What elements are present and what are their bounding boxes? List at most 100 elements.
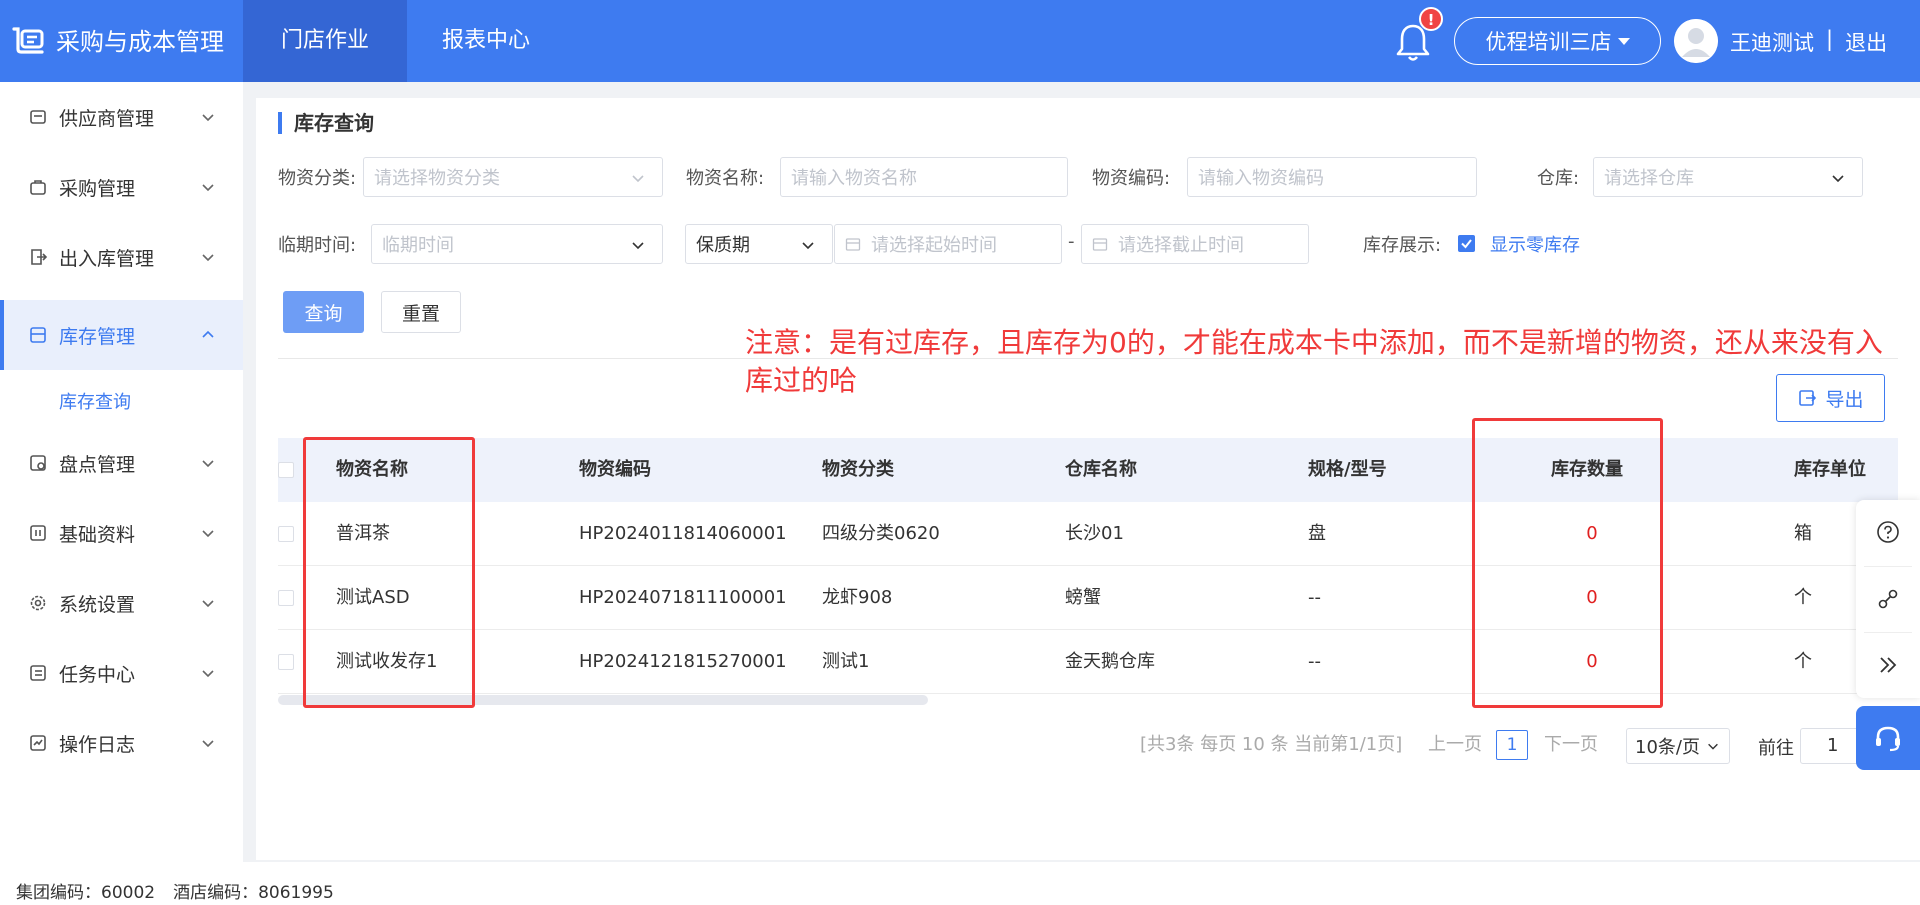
period-type-select[interactable]: 保质期 [685, 224, 833, 264]
cell-category: 测试1 [822, 651, 870, 672]
code-input[interactable]: 请输入物资编码 [1187, 157, 1477, 197]
page-title: 库存查询 [278, 112, 374, 134]
export-button[interactable]: 导出 [1776, 374, 1885, 422]
sidebar-item-label: 任务中心 [59, 663, 136, 686]
start-date-placeholder: 请选择起始时间 [871, 235, 997, 256]
cell-code: HP2024011814060001 [579, 523, 787, 544]
expiry-select[interactable]: 临期时间 [371, 224, 663, 264]
export-label: 导出 [1825, 388, 1864, 411]
sidebar-item-stocktake[interactable]: 盘点管理 [0, 428, 243, 498]
basic-data-icon [30, 525, 46, 541]
warehouse-label: 仓库: [1537, 168, 1580, 189]
cell-unit: 个 [1794, 651, 1812, 672]
chevron-down-icon [202, 254, 214, 262]
app-logo[interactable]: 采购与成本管理 [12, 22, 224, 57]
period-type-value: 保质期 [696, 235, 750, 256]
page-size-select[interactable]: 10条/页 [1626, 728, 1730, 764]
category-label: 物资分类: [278, 168, 357, 189]
sidebar-item-basic-data[interactable]: 基础资料 [0, 498, 243, 568]
show-zero-checkbox[interactable] [1458, 235, 1475, 252]
cell-code: HP2024121815270001 [579, 651, 787, 672]
cell-spec: -- [1308, 651, 1321, 672]
avatar[interactable] [1674, 19, 1718, 63]
sidebar-item-inout[interactable]: 出入库管理 [0, 222, 243, 292]
show-zero-label[interactable]: 显示零库存 [1490, 231, 1580, 257]
cell-spec: 盘 [1308, 523, 1326, 544]
warehouse-select[interactable]: 请选择仓库 [1593, 157, 1863, 197]
hotel-code: 酒店编码：8061995 [173, 883, 334, 903]
sidebar-item-inventory[interactable]: 库存管理 [0, 300, 243, 370]
query-button[interactable]: 查询 [283, 291, 364, 333]
sidebar-item-label: 库存管理 [59, 325, 136, 348]
top-header: 采购与成本管理 门店作业 报表中心 ! 优程培训三店 王迪测试 | 退出 [0, 0, 1920, 82]
date-range-separator: - [1068, 231, 1075, 252]
cell-unit: 箱 [1794, 523, 1812, 544]
nav-tab-report-center[interactable]: 报表中心 [404, 0, 568, 82]
sidebar-item-label: 基础资料 [59, 523, 136, 546]
inventory-icon [30, 327, 46, 343]
user-separator: | [1826, 27, 1834, 51]
chevron-down-icon [1832, 175, 1844, 183]
chevron-down-icon [202, 670, 214, 678]
expiry-label: 临期时间: [278, 235, 357, 256]
row-checkbox[interactable] [278, 654, 294, 670]
link-icon [1878, 589, 1898, 609]
footer: 集团编码：60002 酒店编码：8061995 [0, 862, 1920, 905]
customer-support-button[interactable] [1856, 706, 1920, 770]
export-icon [1799, 390, 1817, 406]
col-header-unit: 库存单位 [1794, 459, 1866, 480]
sidebar-item-label: 操作日志 [59, 733, 136, 756]
page-size-value: 10条/页 [1635, 737, 1700, 758]
link-button[interactable] [1856, 567, 1920, 631]
supplier-icon [30, 110, 46, 124]
select-all-checkbox[interactable] [278, 462, 294, 478]
double-chevron-right-icon [1880, 657, 1897, 673]
row-checkbox[interactable] [278, 526, 294, 542]
group-code: 集团编码：60002 [16, 883, 156, 903]
nav-tab-store-ops[interactable]: 门店作业 [243, 0, 408, 82]
help-icon [1877, 521, 1899, 543]
page-number-current[interactable]: 1 [1496, 730, 1528, 760]
name-input[interactable]: 请输入物资名称 [780, 157, 1068, 197]
pagination-summary: [共3条 每页 10 条 当前第1/1页] [1140, 734, 1403, 755]
start-date-picker[interactable]: 请选择起始时间 [834, 224, 1062, 264]
user-area: 王迪测试 | 退出 [1730, 27, 1887, 57]
end-date-picker[interactable]: 请选择截止时间 [1081, 224, 1309, 264]
expiry-placeholder: 临期时间 [382, 235, 454, 256]
sidebar-item-settings[interactable]: 系统设置 [0, 568, 243, 638]
next-page-button[interactable]: 下一页 [1544, 730, 1598, 756]
app-logo-icon [12, 26, 44, 54]
prev-page-button[interactable]: 上一页 [1428, 730, 1482, 756]
chevron-down-icon [1708, 743, 1718, 750]
headset-icon [1876, 726, 1900, 752]
collapse-button[interactable] [1856, 633, 1920, 697]
reset-button[interactable]: 重置 [381, 291, 461, 333]
warehouse-placeholder: 请选择仓库 [1604, 168, 1694, 189]
help-button[interactable] [1856, 500, 1920, 564]
cell-warehouse: 螃蟹 [1065, 587, 1101, 608]
sidebar-item-label: 供应商管理 [59, 107, 155, 130]
sidebar-item-label: 出入库管理 [59, 247, 155, 270]
col-header-code: 物资编码 [579, 459, 651, 480]
sidebar-item-task-center[interactable]: 任务中心 [0, 638, 243, 708]
highlight-box-name-column [303, 437, 475, 708]
code-placeholder: 请输入物资编码 [1198, 168, 1324, 189]
calendar-icon [1092, 238, 1108, 251]
name-placeholder: 请输入物资名称 [791, 168, 917, 189]
row-checkbox[interactable] [278, 590, 294, 606]
category-select[interactable]: 请选择物资分类 [363, 157, 663, 197]
log-icon [30, 735, 46, 751]
end-date-placeholder: 请选择截止时间 [1118, 235, 1244, 256]
user-name[interactable]: 王迪测试 [1730, 27, 1814, 57]
chevron-down-icon [202, 460, 214, 468]
sidebar-item-purchase[interactable]: 采购管理 [0, 152, 243, 222]
sidebar-item-operation-log[interactable]: 操作日志 [0, 708, 243, 778]
chevron-down-icon [202, 184, 214, 192]
cell-spec: -- [1308, 587, 1321, 608]
sidebar-item-supplier[interactable]: 供应商管理 [0, 82, 243, 152]
cell-category: 四级分类0620 [822, 523, 940, 544]
cell-code: HP2024071811100001 [579, 587, 787, 608]
store-selector[interactable]: 优程培训三店 [1454, 17, 1661, 65]
logout-link[interactable]: 退出 [1845, 27, 1887, 57]
sidebar-subitem-inventory-query[interactable]: 库存查询 [59, 388, 131, 414]
